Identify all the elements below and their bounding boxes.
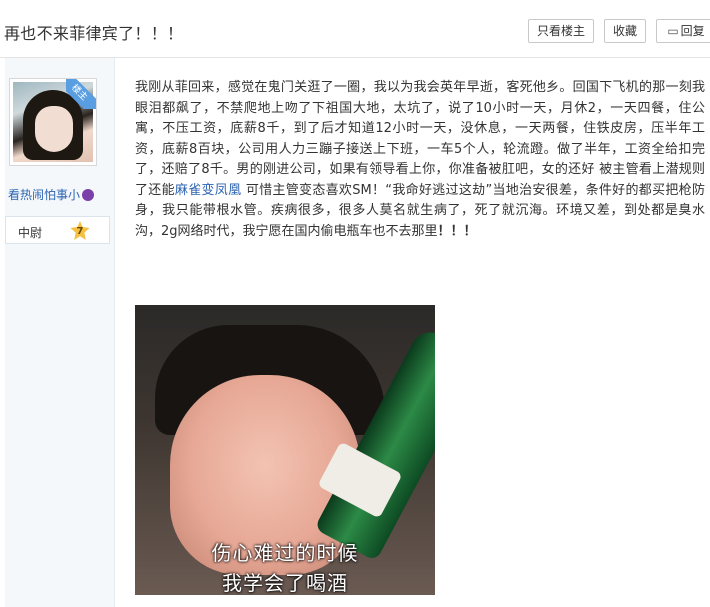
reply-button[interactable]: ▭ 回复 bbox=[656, 19, 710, 43]
image-caption-line-1: 伤心难过的时候 bbox=[211, 541, 359, 565]
owner-ribbon: 楼主 bbox=[66, 79, 96, 109]
rank-name: 中尉 bbox=[18, 226, 43, 240]
thread-title: 再也不来菲律宾了！！！ bbox=[4, 24, 184, 43]
post-image[interactable]: 伤心难过的时候 我学会了喝酒 bbox=[135, 305, 435, 595]
reply-label: 回复 bbox=[680, 24, 705, 38]
only-owner-button[interactable]: 只看楼主 bbox=[528, 19, 594, 43]
post-text-end: ！！！ bbox=[437, 223, 477, 239]
post-text: 我刚从菲回来，感觉在鬼门关逛了一圈，我以为我会英年早逝，客死他乡。回国下飞机的那… bbox=[135, 78, 705, 242]
devil-emoji-icon bbox=[82, 189, 95, 201]
avatar-face bbox=[35, 106, 73, 152]
rank-star-icon: 7 bbox=[70, 221, 90, 240]
post-body: 我刚从菲回来，感觉在鬼门关逛了一圈，我以为我会英年早逝，客死他乡。回国下飞机的那… bbox=[135, 78, 705, 242]
thread-header: 再也不来菲律宾了！！！ 只看楼主 收藏 ▭ 回复 bbox=[0, 0, 710, 58]
reply-icon: ▭ bbox=[667, 24, 679, 38]
post-text-part-1: 我刚从菲回来，感觉在鬼门关逛了一圈，我以为我会英年早逝，客死他乡。回国下飞机的那… bbox=[135, 80, 705, 198]
username-link[interactable]: 看热闹怕事小 bbox=[8, 186, 95, 203]
avatar[interactable]: 楼主 bbox=[9, 78, 97, 166]
image-caption-line-2: 我学会了喝酒 bbox=[222, 571, 348, 595]
rank-box: 中尉 7 bbox=[5, 216, 110, 244]
username: 看热闹怕事小 bbox=[8, 188, 81, 202]
favorite-button[interactable]: 收藏 bbox=[604, 19, 646, 43]
post-inline-link[interactable]: 麻雀变凤凰 bbox=[175, 183, 242, 198]
author-sidebar: 楼主 看热闹怕事小 中尉 7 bbox=[5, 58, 115, 607]
owner-tag: 楼主 bbox=[66, 79, 96, 109]
